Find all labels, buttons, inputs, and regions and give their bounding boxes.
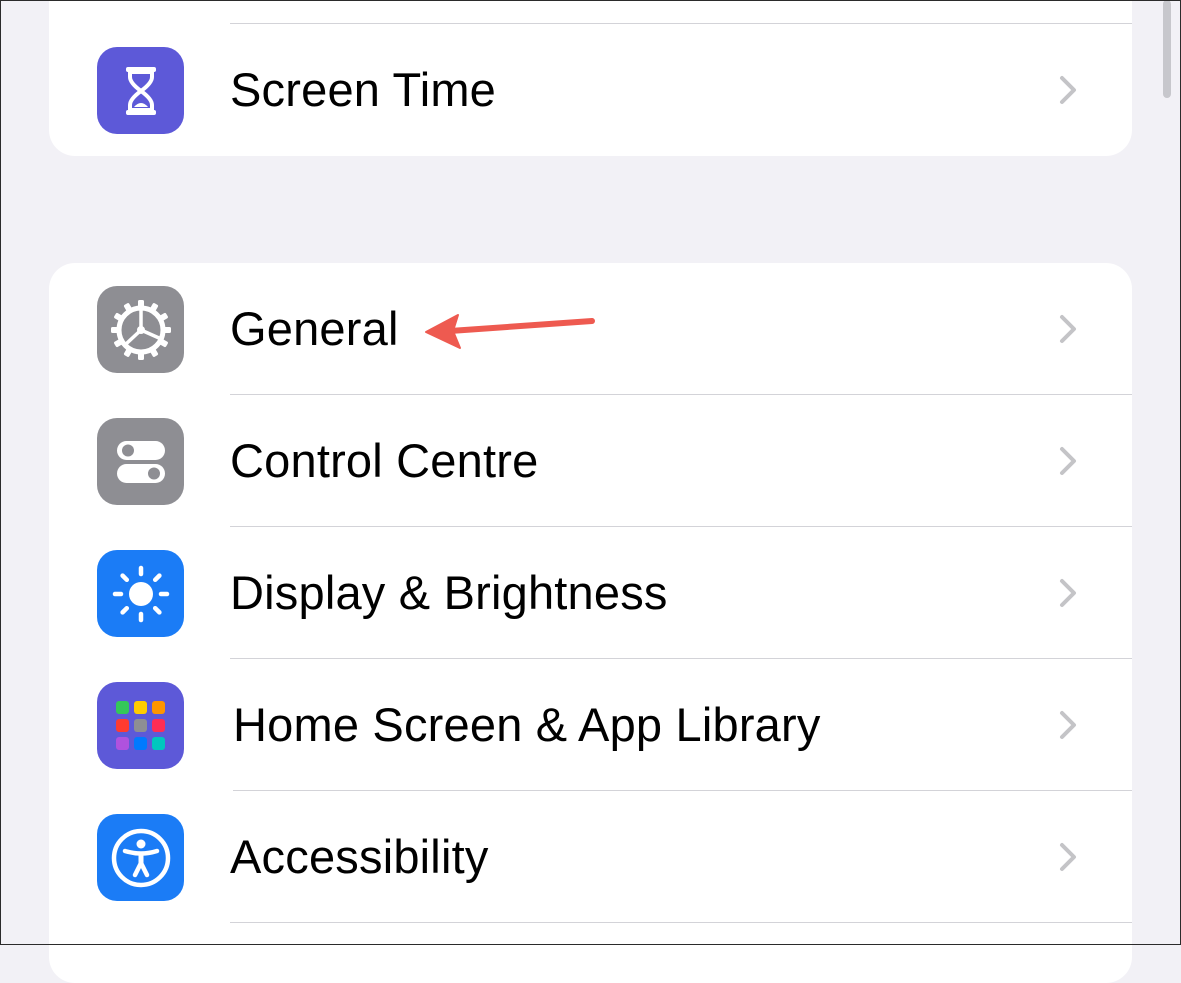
settings-row-accessibility[interactable]: Accessibility — [49, 791, 1132, 923]
settings-row-screen-time[interactable]: Screen Time — [49, 24, 1132, 156]
app-grid-icon — [97, 682, 184, 769]
settings-row-label: Screen Time — [230, 63, 497, 116]
chevron-right-icon — [1060, 711, 1076, 739]
gear-icon — [97, 286, 184, 373]
settings-row-display-brightness[interactable]: Display & Brightness — [49, 527, 1132, 659]
settings-row-label: Control Centre — [230, 434, 539, 487]
chevron-right-icon — [1060, 447, 1076, 475]
scrollbar[interactable] — [1163, 0, 1171, 98]
accessibility-icon — [97, 814, 184, 901]
toggles-icon — [97, 418, 184, 505]
row-separator — [230, 922, 1132, 923]
hourglass-icon — [97, 47, 184, 134]
settings-row-control-centre[interactable]: Control Centre — [49, 395, 1132, 527]
settings-row-label: Accessibility — [230, 830, 489, 883]
chevron-right-icon — [1060, 579, 1076, 607]
settings-group-top: Screen Time — [49, 0, 1132, 156]
settings-row-label: Display & Brightness — [230, 566, 668, 619]
settings-row-label: General — [230, 302, 399, 355]
chevron-right-icon — [1060, 76, 1076, 104]
sun-icon — [97, 550, 184, 637]
chevron-right-icon — [1060, 843, 1076, 871]
settings-group-main: General Control Centre Display & Brightn… — [49, 263, 1132, 983]
settings-row-home-screen[interactable]: Home Screen & App Library — [49, 659, 1132, 791]
annotation-arrow-icon — [425, 314, 595, 349]
chevron-right-icon — [1060, 315, 1076, 343]
settings-row-label: Home Screen & App Library — [233, 698, 821, 751]
